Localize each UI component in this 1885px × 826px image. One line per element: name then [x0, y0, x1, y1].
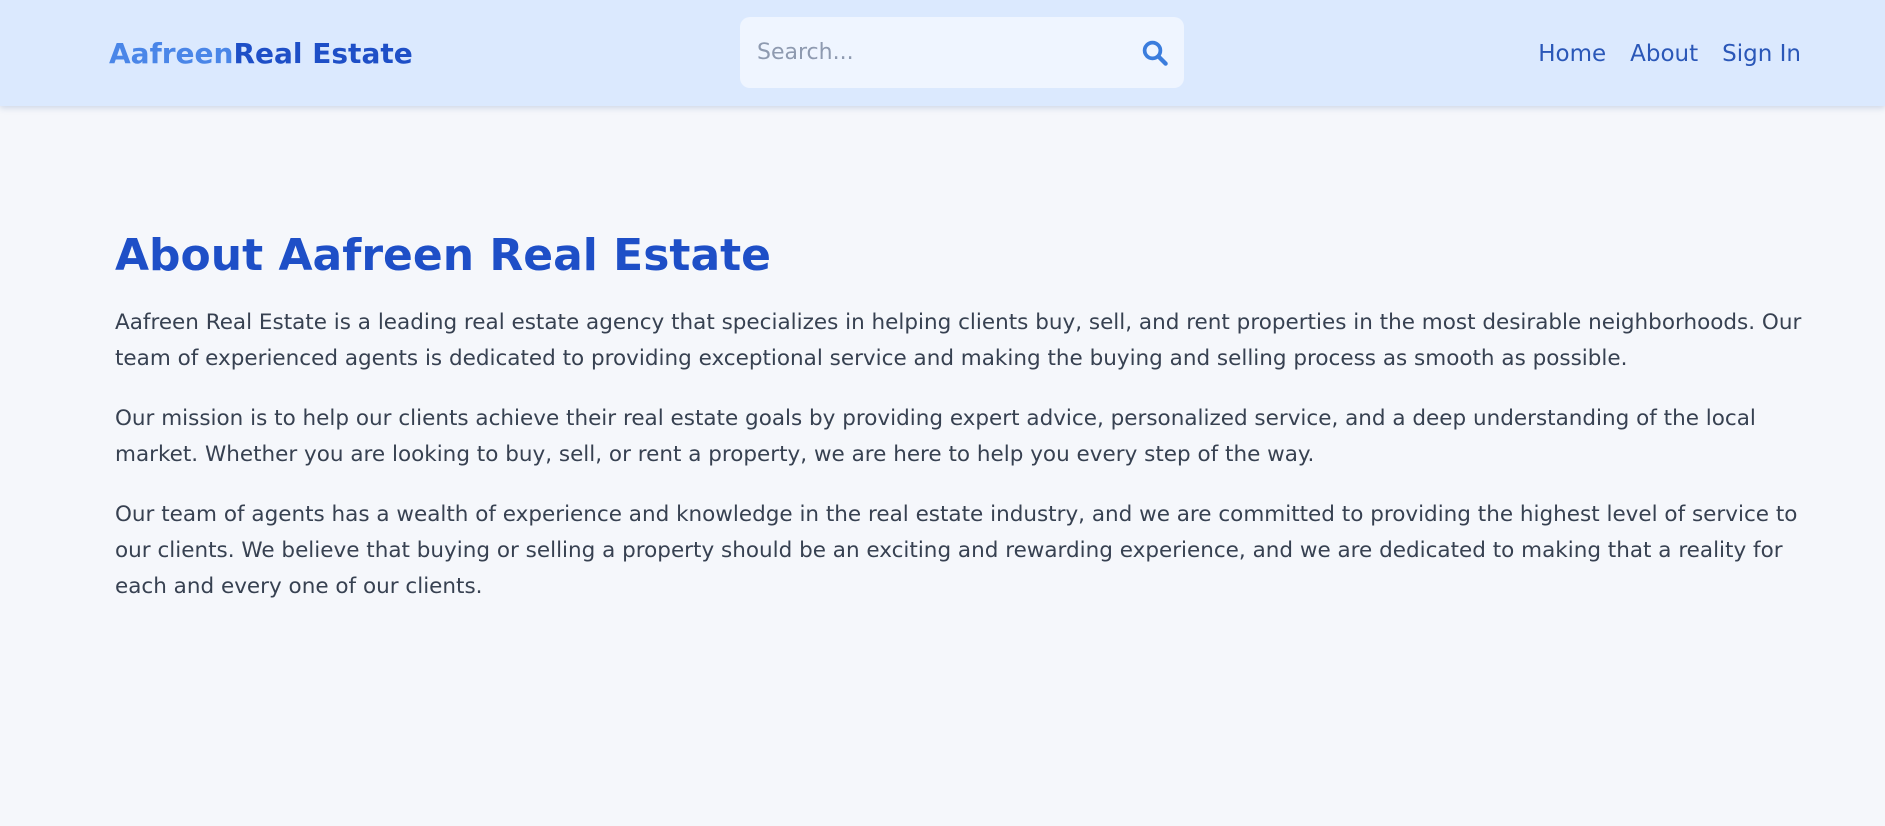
about-section: About Aafreen Real Estate Aafreen Real E… — [115, 226, 1805, 629]
site-logo[interactable]: AafreenReal Estate — [109, 36, 413, 72]
search-button[interactable] — [1140, 38, 1170, 68]
logo-part-aafreen: Aafreen — [109, 37, 234, 70]
nav-link-about[interactable]: About — [1630, 36, 1698, 72]
about-paragraph-1: Aafreen Real Estate is a leading real es… — [115, 310, 1802, 371]
main-nav: Home About Sign In — [1538, 36, 1801, 72]
about-paragraph-3: Our team of agents has a wealth of exper… — [115, 502, 1798, 599]
site-header: AafreenReal Estate Home About Sign In — [0, 0, 1885, 106]
nav-link-sign-in[interactable]: Sign In — [1722, 36, 1801, 72]
about-paragraph-2: Our mission is to help our clients achie… — [115, 406, 1756, 467]
nav-link-home[interactable]: Home — [1538, 36, 1606, 72]
search-input[interactable] — [757, 17, 1117, 88]
search-box — [740, 17, 1184, 88]
logo-part-real-estate: Real Estate — [233, 37, 413, 70]
page-title: About Aafreen Real Estate — [115, 230, 772, 281]
search-icon — [1142, 40, 1168, 66]
